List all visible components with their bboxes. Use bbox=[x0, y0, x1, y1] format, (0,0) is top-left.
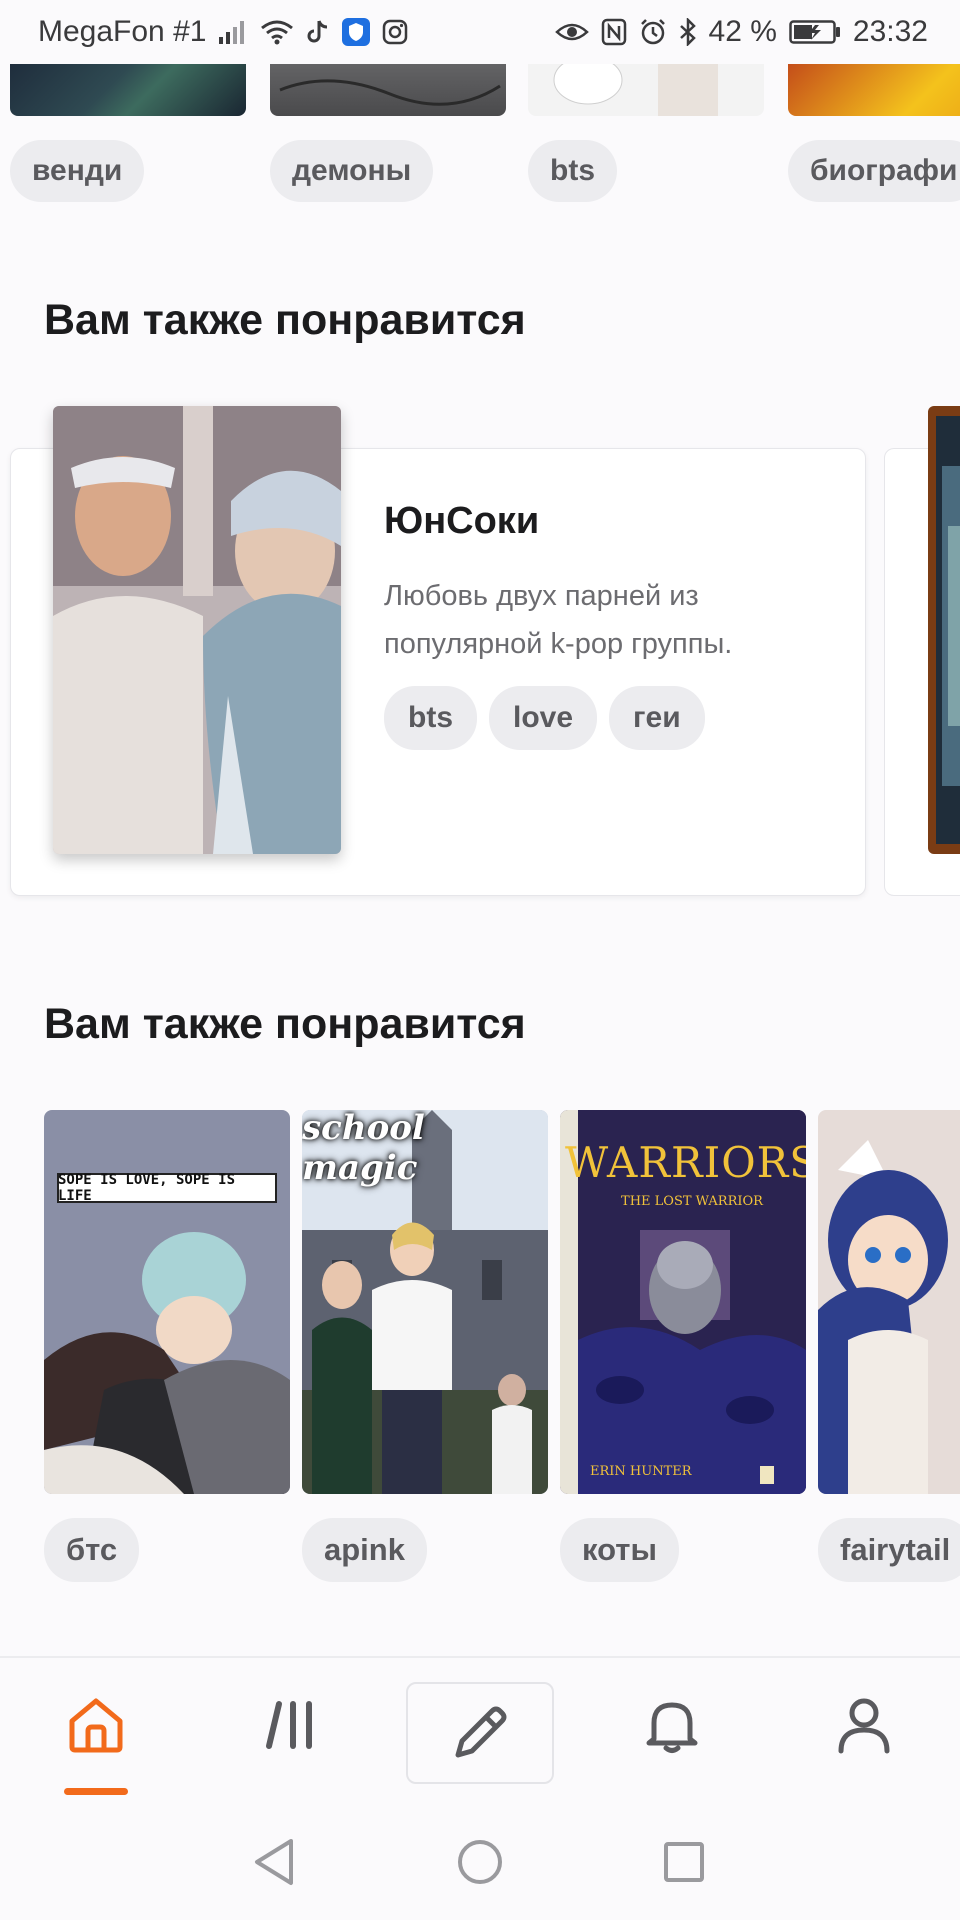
story-description: Любовь двух парней из популярной k-pop г… bbox=[384, 580, 733, 660]
book-cover[interactable]: school magic bbox=[302, 1110, 548, 1494]
book-cover[interactable] bbox=[818, 1110, 960, 1494]
battery-percent: 42 % bbox=[708, 15, 777, 48]
write-icon bbox=[455, 1706, 507, 1758]
notifications-icon bbox=[646, 1702, 698, 1753]
genre-tag[interactable]: bts bbox=[528, 140, 617, 202]
library-icon bbox=[266, 1701, 312, 1749]
cover-caption: school magic bbox=[302, 1110, 425, 1188]
clock: 23:32 bbox=[852, 15, 928, 48]
book-cover[interactable]: SOPE IS LOVE, SOPE IS LIFE bbox=[44, 1110, 290, 1494]
genre-tag[interactable]: коты bbox=[560, 1518, 679, 1582]
recents-icon bbox=[664, 1842, 704, 1882]
recents-button[interactable] bbox=[654, 1832, 714, 1892]
cover-author: ERIN HUNTER bbox=[590, 1463, 692, 1479]
next-story-cover[interactable] bbox=[928, 406, 960, 854]
cover-art bbox=[818, 1110, 960, 1494]
story-tag[interactable]: bts bbox=[384, 686, 477, 750]
active-tab-indicator bbox=[64, 1788, 128, 1795]
eye-icon bbox=[554, 20, 589, 44]
cover-caption: SOPE IS LOVE, SOPE IS LIFE bbox=[58, 1172, 236, 1204]
story-title[interactable]: ЮнСоки bbox=[384, 500, 539, 543]
nfc-icon bbox=[601, 18, 627, 46]
home-icon bbox=[69, 1698, 123, 1753]
cover-subtitle: THE LOST WARRIOR bbox=[621, 1193, 763, 1209]
back-icon bbox=[255, 1839, 293, 1885]
genre-tag[interactable]: венди bbox=[10, 140, 145, 202]
back-button[interactable] bbox=[244, 1832, 304, 1892]
instagram-icon bbox=[382, 19, 408, 45]
wifi-icon bbox=[260, 19, 294, 45]
status-bar: MegaFon #1 42 % 23:32 bbox=[0, 0, 960, 64]
carrier-label: MegaFon #1 bbox=[38, 15, 207, 48]
story-tags: bts love геи bbox=[384, 686, 705, 750]
cover-photo bbox=[53, 406, 341, 854]
section-heading: Вам также понравится bbox=[44, 1000, 526, 1048]
nav-notifications[interactable] bbox=[624, 1682, 720, 1768]
story-tag[interactable]: love bbox=[489, 686, 598, 750]
genre-tag[interactable]: демоны bbox=[270, 140, 434, 202]
cover-art bbox=[44, 1110, 290, 1494]
featured-story-cover[interactable] bbox=[53, 406, 341, 854]
story-tag[interactable]: геи bbox=[609, 686, 705, 750]
nav-home[interactable] bbox=[48, 1682, 144, 1768]
nav-library[interactable] bbox=[243, 1682, 339, 1768]
shield-app-icon bbox=[342, 18, 371, 46]
section-heading: Вам также понравится bbox=[44, 296, 526, 344]
write-button[interactable] bbox=[406, 1682, 554, 1784]
system-navigation-bar bbox=[0, 1800, 960, 1920]
genre-tag[interactable]: бтс bbox=[44, 1518, 140, 1582]
cover-title: WARRIORS bbox=[564, 1137, 806, 1187]
profile-icon bbox=[838, 1698, 890, 1754]
app-screen: венди демоны bts биографи MegaFon #1 42 … bbox=[0, 0, 960, 1920]
genre-tag[interactable]: apink bbox=[302, 1518, 427, 1582]
bluetooth-icon bbox=[679, 18, 697, 46]
genre-tag[interactable]: биографи bbox=[788, 140, 960, 202]
tiktok-icon bbox=[306, 19, 330, 45]
home-system-button[interactable] bbox=[450, 1832, 510, 1892]
signal-icon bbox=[218, 19, 248, 45]
battery-icon bbox=[789, 19, 841, 45]
cover-art bbox=[928, 406, 960, 854]
genre-tag[interactable]: fairytail bbox=[818, 1518, 960, 1582]
book-cover[interactable]: WARRIORS THE LOST WARRIOR ERIN HUNTER bbox=[560, 1110, 806, 1494]
alarm-icon bbox=[639, 18, 667, 46]
home-circle-icon bbox=[458, 1840, 502, 1884]
nav-profile[interactable] bbox=[816, 1682, 912, 1768]
